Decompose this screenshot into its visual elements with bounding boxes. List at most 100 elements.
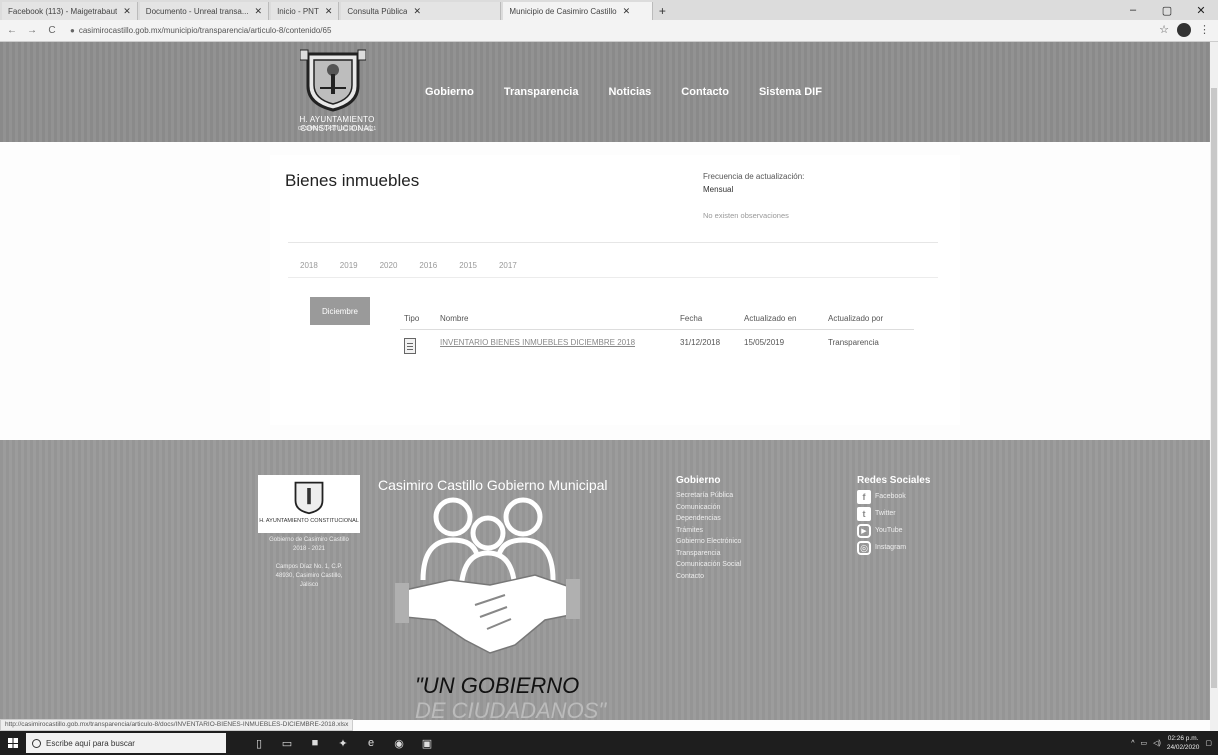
close-icon[interactable]: ✕ xyxy=(413,6,421,17)
minimize-button[interactable]: – xyxy=(1116,0,1150,20)
shield-logo-icon xyxy=(294,481,324,515)
footer-title: Casimiro Castillo Gobierno Municipal xyxy=(378,477,608,493)
month-button-diciembre[interactable]: Diciembre xyxy=(310,297,370,325)
main-nav: Gobierno Transparencia Noticias Contacto… xyxy=(425,86,822,98)
chrome-icon[interactable]: ◉ xyxy=(392,737,406,750)
handshake-people-illustration xyxy=(395,497,580,654)
start-button[interactable] xyxy=(0,731,26,755)
profile-avatar[interactable] xyxy=(1177,23,1191,37)
nav-transparencia[interactable]: Transparencia xyxy=(504,86,579,98)
tab-title: Inicio - PNT xyxy=(277,6,319,16)
file-updated-by: Transparencia xyxy=(828,338,879,347)
scrollbar-thumb[interactable] xyxy=(1211,88,1217,688)
file-explorer-icon[interactable]: ▭ xyxy=(280,737,294,750)
taskbar-apps: ▯ ▭ ■ ✦ e ◉ ▣ xyxy=(252,737,434,750)
tab-title: Documento - Unreal transa... xyxy=(145,6,249,16)
taskbar-search[interactable]: Escribe aquí para buscar xyxy=(26,733,226,753)
chevron-up-icon[interactable]: ^ xyxy=(1131,740,1134,747)
footer-link[interactable]: Comunicación Social xyxy=(676,559,741,571)
edge-icon[interactable]: e xyxy=(364,737,378,750)
files-table: Tipo Nombre Fecha Actualizado en Actuali… xyxy=(400,310,914,360)
back-button[interactable]: ← xyxy=(4,23,20,39)
footer-gobierno-heading: Gobierno xyxy=(676,475,721,486)
clock-date: 24/02/2020 xyxy=(1166,744,1200,751)
tab-year[interactable]: 2019 xyxy=(340,261,358,270)
browser-tab[interactable]: Consulta Pública ✕ xyxy=(341,2,502,20)
footer-link[interactable]: Dependencias xyxy=(676,513,741,525)
social-link-youtube[interactable]: ▶ YouTube xyxy=(857,524,930,538)
instagram-icon: ◎ xyxy=(857,541,871,555)
twitter-icon: t xyxy=(857,507,871,521)
tab-year[interactable]: 2020 xyxy=(380,261,398,270)
footer-address: Gobierno de Casimiro Castillo 2018 - 202… xyxy=(269,537,349,588)
site-header: H. AYUNTAMIENTO CONSTITUCIONAL CASIMIRO … xyxy=(0,42,1218,142)
document-icon[interactable] xyxy=(404,338,416,354)
tab-title: Facebook (113) - Maigetrabaut xyxy=(8,6,118,16)
menu-icon[interactable]: ⋮ xyxy=(1199,23,1210,37)
forward-button[interactable]: → xyxy=(24,23,40,39)
site-logo[interactable]: H. AYUNTAMIENTO CONSTITUCIONAL CASIMIRO … xyxy=(262,48,412,138)
volume-icon[interactable]: ◁) xyxy=(1153,739,1161,747)
column-header-actualizado-por: Actualizado por xyxy=(824,310,914,330)
divider xyxy=(288,277,938,278)
footer-link[interactable]: Secretaría Pública xyxy=(676,490,741,502)
footer-link[interactable]: Comunicación xyxy=(676,502,741,514)
footer-gobierno-column: Gobierno Secretaría Pública Comunicación… xyxy=(676,475,741,582)
tab-title: Consulta Pública xyxy=(347,6,408,16)
social-link-instagram[interactable]: ◎ Instagram xyxy=(857,541,930,555)
task-view-icon[interactable]: ▯ xyxy=(252,737,266,750)
column-header-nombre: Nombre xyxy=(436,310,676,330)
tab-year[interactable]: 2018 xyxy=(300,261,318,270)
footer-link[interactable]: Contacto xyxy=(676,571,741,583)
lock-icon: ● xyxy=(70,26,75,35)
youtube-icon: ▶ xyxy=(857,524,871,538)
nav-gobierno[interactable]: Gobierno xyxy=(425,86,474,98)
browser-tab-active[interactable]: Municipio de Casimiro Castillo ✕ xyxy=(503,2,654,20)
maximize-button[interactable]: ▢ xyxy=(1150,0,1184,20)
column-header-actualizado-en: Actualizado en xyxy=(740,310,824,330)
slogan-line-1: "UN GOBIERNO xyxy=(415,673,580,698)
social-link-twitter[interactable]: t Twitter xyxy=(857,507,930,521)
word-icon[interactable]: ▣ xyxy=(420,737,434,750)
url-text: casimirocastillo.gob.mx/municipio/transp… xyxy=(78,26,332,35)
column-header-tipo: Tipo xyxy=(400,310,436,330)
browser-tab[interactable]: Facebook (113) - Maigetrabaut ✕ xyxy=(2,2,138,20)
footer-link[interactable]: Trámites xyxy=(676,525,741,537)
new-tab-button[interactable]: + xyxy=(653,2,671,20)
close-icon[interactable]: ✕ xyxy=(123,6,131,17)
table-header-row: Tipo Nombre Fecha Actualizado en Actuali… xyxy=(400,310,914,330)
file-link[interactable]: INVENTARIO BIENES INMUEBLES DICIEMBRE 20… xyxy=(440,338,635,347)
close-icon[interactable]: ✕ xyxy=(623,6,631,17)
url-input[interactable]: ● casimirocastillo.gob.mx/municipio/tran… xyxy=(66,23,1146,39)
window-controls: – ▢ ✕ xyxy=(1116,0,1218,20)
footer-social-heading: Redes Sociales xyxy=(857,475,931,486)
page-scrollbar[interactable] xyxy=(1210,42,1218,732)
file-date: 31/12/2018 xyxy=(680,338,721,347)
social-link-facebook[interactable]: f Facebook xyxy=(857,490,930,504)
network-icon[interactable]: ▭ xyxy=(1140,739,1147,747)
nav-sistema-dif[interactable]: Sistema DIF xyxy=(759,86,822,98)
browser-tab[interactable]: Inicio - PNT ✕ xyxy=(271,2,340,20)
notifications-icon[interactable]: ▢ xyxy=(1205,739,1212,747)
nav-noticias[interactable]: Noticias xyxy=(608,86,651,98)
reload-button[interactable]: C xyxy=(44,23,60,39)
close-icon[interactable]: ✕ xyxy=(255,6,263,17)
clock[interactable]: 02:26 p.m. 24/02/2020 xyxy=(1167,734,1200,752)
frequency-label: Frecuencia de actualización: xyxy=(703,172,805,181)
footer-link[interactable]: Transparencia xyxy=(676,548,741,560)
star-icon[interactable]: ☆ xyxy=(1159,23,1169,37)
nav-contacto[interactable]: Contacto xyxy=(681,86,729,98)
mail-icon[interactable]: ■ xyxy=(308,737,322,750)
tab-year[interactable]: 2015 xyxy=(459,261,477,270)
search-placeholder: Escribe aquí para buscar xyxy=(46,738,135,748)
tab-year[interactable]: 2016 xyxy=(419,261,437,270)
footer-link[interactable]: Gobierno Electrónico xyxy=(676,536,741,548)
browser-tab[interactable]: Documento - Unreal transa... ✕ xyxy=(139,2,270,20)
app-icon[interactable]: ✦ xyxy=(336,737,350,750)
close-window-button[interactable]: ✕ xyxy=(1184,0,1218,20)
page-title: Bienes inmuebles xyxy=(285,171,420,190)
slogan-line-2: DE CIUDADANOS" xyxy=(415,698,607,720)
close-icon[interactable]: ✕ xyxy=(325,6,333,17)
tab-year[interactable]: 2017 xyxy=(499,261,517,270)
footer-logo-text: H. AYUNTAMIENTO CONSTITUCIONAL xyxy=(259,518,359,524)
